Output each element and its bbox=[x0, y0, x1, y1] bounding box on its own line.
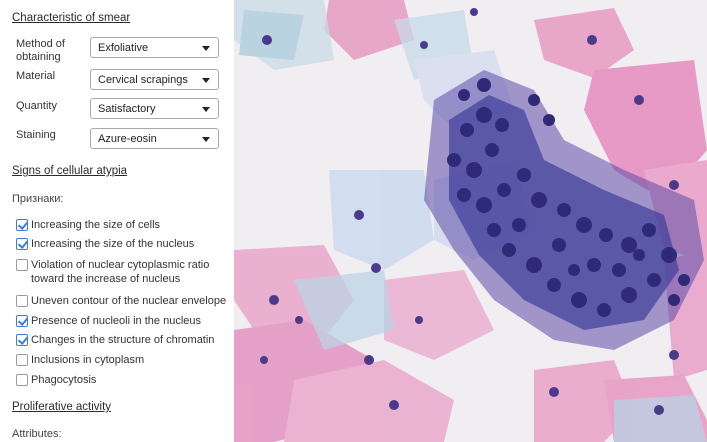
checkbox-label: Inclusions in cytoplasm bbox=[31, 354, 145, 366]
chevron-down-icon bbox=[202, 46, 210, 51]
checkbox[interactable] bbox=[16, 374, 28, 386]
select-value: Exfoliative bbox=[98, 42, 149, 54]
section-title-atypia: Signs of cellular atypia bbox=[12, 165, 128, 177]
checkbox-label: Increasing the size of the nucleus bbox=[31, 238, 195, 250]
atypia-sub-label: Признаки: bbox=[12, 193, 64, 205]
select-quantity[interactable]: Satisfactory bbox=[90, 98, 219, 119]
checkbox-label: Changes in the structure of chromatin bbox=[31, 334, 215, 346]
select-value: Satisfactory bbox=[98, 103, 156, 115]
select-material[interactable]: Cervical scrapings bbox=[90, 69, 219, 90]
checkbox-label: Phagocytosis bbox=[31, 374, 97, 386]
field-label-quantity: Quantity bbox=[16, 100, 57, 112]
checkbox-label: Presence of nucleoli in the nucleus bbox=[31, 315, 201, 327]
checkbox[interactable] bbox=[16, 334, 28, 346]
checkbox[interactable] bbox=[16, 354, 28, 366]
select-value: Azure-eosin bbox=[98, 133, 157, 145]
checkbox[interactable] bbox=[16, 238, 28, 250]
select-staining[interactable]: Azure-eosin bbox=[90, 128, 219, 149]
proliferative-sub-label: Attributes: bbox=[12, 428, 62, 440]
checkbox[interactable] bbox=[16, 259, 28, 271]
checkbox[interactable] bbox=[16, 315, 28, 327]
smear-form-panel: Characteristic of smear Method of obtain… bbox=[0, 0, 234, 442]
checkbox-label: Uneven contour of the nuclear envelope bbox=[31, 295, 227, 307]
checkbox-label: Increasing the size of cells bbox=[31, 219, 161, 231]
field-label-method: Method of obtaining bbox=[16, 38, 65, 63]
field-label-staining: Staining bbox=[16, 129, 56, 141]
select-value: Cervical scrapings bbox=[98, 74, 188, 86]
section-title-proliferative: Proliferative activity bbox=[12, 401, 112, 413]
chevron-down-icon bbox=[202, 107, 210, 112]
select-method-of-obtaining[interactable]: Exfoliative bbox=[90, 37, 219, 58]
checkbox[interactable] bbox=[16, 295, 28, 307]
checkbox[interactable] bbox=[16, 219, 28, 231]
field-label-material: Material bbox=[16, 70, 56, 82]
chevron-down-icon bbox=[202, 78, 210, 83]
chevron-down-icon bbox=[202, 137, 210, 142]
section-title-smear: Characteristic of smear bbox=[12, 12, 131, 24]
checkbox-label: Violation of nuclear cytoplasmic ratio t… bbox=[31, 259, 210, 285]
micrograph-image bbox=[234, 0, 707, 442]
